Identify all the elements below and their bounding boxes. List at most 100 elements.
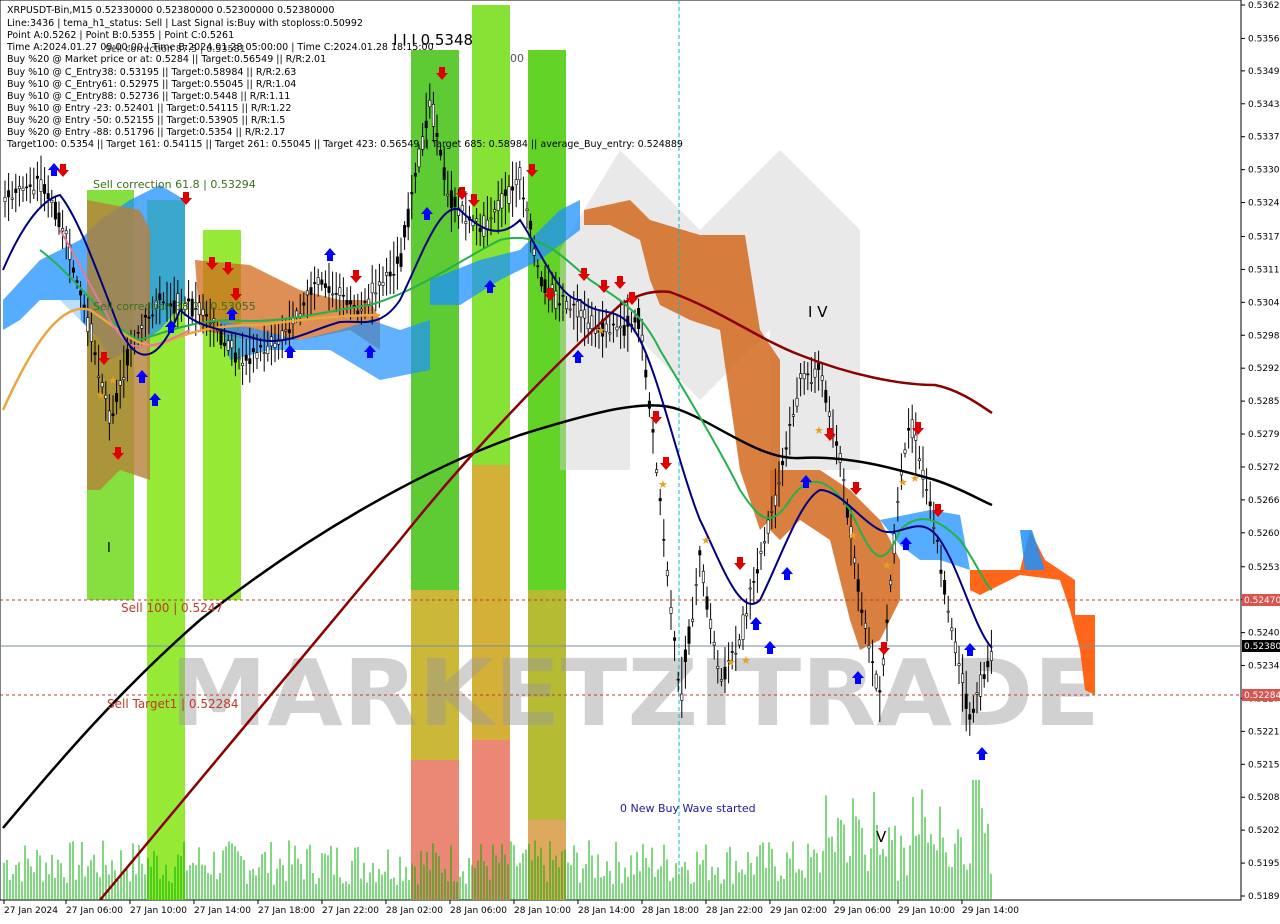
candle-body — [255, 352, 259, 359]
candle-body — [17, 185, 21, 190]
candle-body — [359, 308, 363, 312]
star-marker-icon: ★ — [741, 654, 751, 667]
candle-body — [262, 352, 266, 354]
candle-body — [431, 104, 435, 127]
candle-body — [399, 253, 403, 267]
candle-body — [863, 622, 867, 629]
candle-body — [64, 230, 68, 235]
candle-body — [349, 300, 353, 305]
candle-body — [446, 194, 450, 197]
candle-body — [568, 308, 572, 311]
candle-body — [572, 303, 576, 306]
candle-body — [716, 666, 720, 669]
y-tick-label: 0.53435 — [1248, 100, 1280, 110]
candle-body — [773, 494, 777, 507]
candle-body — [619, 325, 623, 329]
buy-line-1: Buy %10 @ C_Entry38: 0.53195 || Target:0… — [7, 67, 296, 78]
candle-body — [961, 673, 965, 683]
candle-body — [691, 618, 695, 622]
x-tick-label: 27 Jan 10:00 — [130, 906, 187, 916]
candle-body — [53, 201, 57, 220]
candle-body — [395, 256, 399, 264]
candle-body — [251, 348, 255, 353]
candle-body — [241, 362, 245, 366]
candle-body — [43, 184, 47, 194]
candle-body — [259, 344, 263, 348]
candle-body — [388, 271, 392, 277]
candle-body — [856, 579, 860, 592]
candle-body — [669, 607, 673, 614]
candle-body — [475, 218, 479, 222]
candle-body — [305, 290, 309, 296]
candle-body — [428, 99, 432, 108]
candle-body — [737, 639, 741, 646]
candle-body — [687, 626, 691, 644]
candle-body — [345, 300, 349, 305]
candle-body — [982, 674, 986, 679]
y-tick-label: 0.51959 — [1248, 859, 1280, 869]
candle-body — [644, 369, 648, 378]
candle-body — [730, 651, 734, 653]
wave-i-label: I — [107, 541, 111, 556]
candle-body — [439, 149, 443, 156]
candle-body — [374, 292, 378, 295]
candle-body — [518, 167, 522, 181]
candle-body — [817, 363, 821, 370]
y-tick-label: 0.53562 — [1248, 34, 1280, 44]
x-tick-label: 27 Jan 18:00 — [258, 906, 315, 916]
wave-v-label: V — [876, 828, 887, 846]
candle-body — [46, 193, 50, 200]
candle-body — [889, 580, 893, 586]
candle-body — [125, 349, 129, 366]
candle-body — [784, 447, 788, 450]
candle-body — [273, 343, 277, 348]
candle-body — [640, 334, 644, 342]
candle-body — [7, 190, 11, 198]
candle-body — [406, 208, 410, 228]
y-tick-label: 0.52857 — [1248, 397, 1280, 407]
candle-body — [392, 273, 396, 276]
candle-body — [233, 352, 237, 363]
candle-body — [385, 272, 389, 276]
candle-body — [323, 283, 327, 288]
candle-body — [590, 315, 594, 330]
candle-body — [536, 265, 540, 268]
candle-body — [100, 382, 104, 388]
x-tick-label: 29 Jan 10:00 — [898, 906, 955, 916]
candle-body — [302, 302, 306, 306]
candle-body — [946, 610, 950, 613]
candle-body — [986, 661, 990, 668]
y-tick-label: 0.51895 — [1248, 892, 1280, 902]
sell-corr-618-label: Sell correction 61.8 | 0.53294 — [93, 178, 256, 191]
candle-body — [788, 424, 792, 426]
sell-100-label: Sell 100 | 0.5247 — [121, 601, 223, 615]
y-tick-label: 0.52985 — [1248, 331, 1280, 341]
candle-body — [489, 217, 493, 220]
candle-body — [205, 313, 209, 317]
star-marker-icon: ★ — [882, 559, 892, 572]
candle-body — [935, 540, 939, 542]
star-marker-icon: ★ — [701, 534, 711, 547]
candle-body — [802, 373, 806, 380]
candle-body — [266, 345, 270, 354]
candle-body — [500, 193, 504, 209]
price-chart[interactable]: MARKETZITRADE ★★★★★★ ★★★★★ ★ Sell correcti… — [0, 0, 1280, 920]
candle-body — [3, 197, 7, 202]
candle-body — [370, 282, 374, 294]
candle-body — [881, 658, 885, 666]
candle-body — [766, 519, 770, 534]
x-tick-label: 29 Jan 02:00 — [770, 906, 827, 916]
x-tick-label: 28 Jan 22:00 — [706, 906, 763, 916]
candle-body — [676, 678, 680, 681]
star-marker-icon: ★ — [726, 656, 736, 669]
candle-body — [932, 527, 936, 529]
candle-body — [878, 690, 882, 693]
candle-body — [968, 714, 972, 720]
x-tick-label: 28 Jan 14:00 — [578, 906, 635, 916]
candle-body — [752, 581, 756, 583]
candle-body — [701, 570, 705, 583]
y-tick-label: 0.52793 — [1248, 430, 1280, 440]
star-marker-icon: ★ — [848, 529, 858, 542]
candle-body — [827, 411, 831, 417]
watermark: MARKETZITRADE — [170, 640, 1100, 747]
